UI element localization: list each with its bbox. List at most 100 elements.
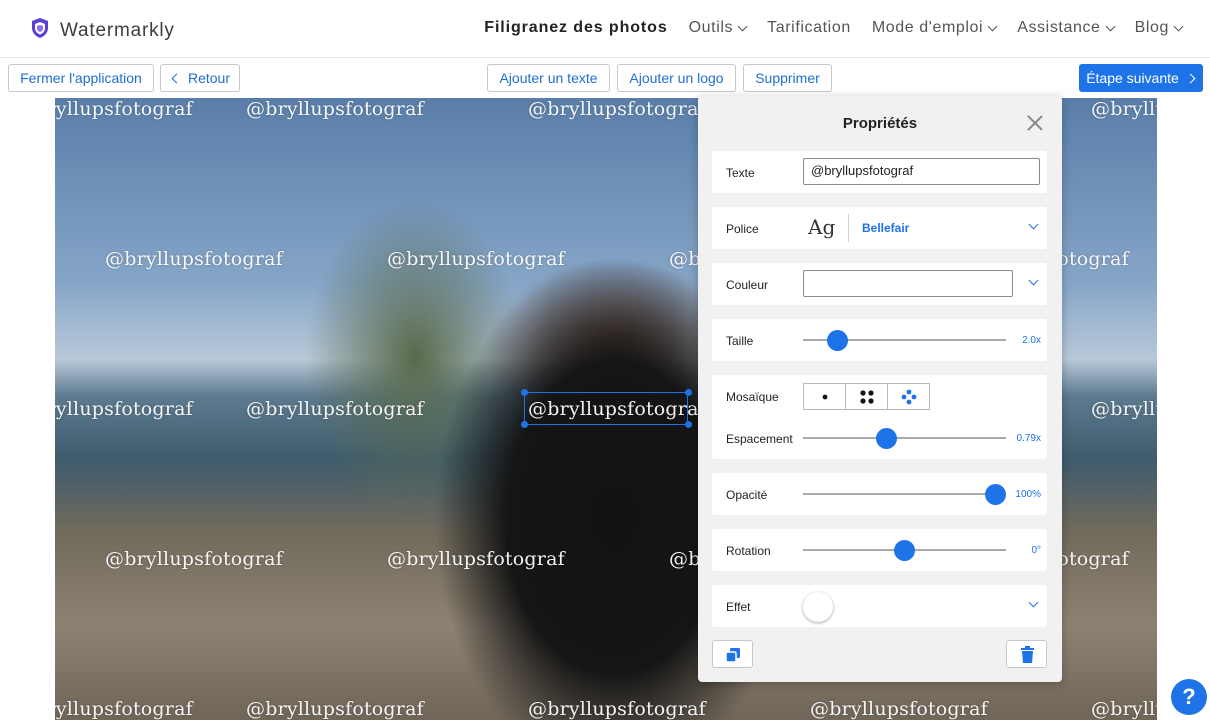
close-icon[interactable] <box>1026 114 1044 132</box>
resize-handle[interactable] <box>685 421 692 428</box>
mosaic-row: Mosaïque Espacement 0.79x <box>712 375 1047 459</box>
nav-label: Filigranez des photos <box>484 19 668 36</box>
watermark-text: @bryllupsfotograf <box>246 398 424 420</box>
watermark-text: @bryllupsfotograf <box>528 698 706 720</box>
nav-support[interactable]: Assistance <box>1017 19 1116 37</box>
watermark-text: @bryllupsfotograf <box>246 698 424 720</box>
watermark-text: @bryllupsfotograf <box>810 698 988 720</box>
color-label: Couleur <box>726 278 769 292</box>
close-app-button[interactable]: Fermer l'application <box>8 64 154 92</box>
nav-blog[interactable]: Blog <box>1134 19 1184 37</box>
next-step-button[interactable]: Étape suivante <box>1079 64 1203 92</box>
font-select[interactable]: Bellefair <box>862 221 909 235</box>
panel-title: Propriétés <box>842 115 918 132</box>
watermark-text: @bryllupsfotograf <box>528 98 706 120</box>
watermark-text: @bryllupsfotograf <box>1091 398 1157 420</box>
nav-label: Tarification <box>767 19 851 36</box>
effect-row: Effet <box>712 585 1047 627</box>
text-row: Texte @bryllupsfotograf <box>712 151 1047 193</box>
watermark-text: @bryllupsfotograf <box>105 548 283 570</box>
divider <box>848 214 849 242</box>
rotation-row: Rotation 0° <box>712 529 1047 571</box>
watermark-text: @bryllupsfotograf <box>55 398 193 420</box>
grid-dots-icon <box>860 390 874 404</box>
diagonal-dots-icon <box>901 389 917 405</box>
chevron-down-icon[interactable] <box>1028 275 1039 286</box>
add-text-button[interactable]: Ajouter un texte <box>487 64 610 92</box>
size-label: Taille <box>726 334 754 348</box>
duplicate-button[interactable] <box>712 640 753 668</box>
top-navigation: Watermarkly Filigranez des photos Outils… <box>0 0 1210 58</box>
resize-handle[interactable] <box>521 389 528 396</box>
rotation-value: 0° <box>1031 545 1041 556</box>
delete-button[interactable]: Supprimer <box>743 64 832 92</box>
rotation-slider-thumb[interactable] <box>894 540 915 561</box>
delete-layer-button[interactable] <box>1006 640 1047 668</box>
resize-handle[interactable] <box>685 389 692 396</box>
font-row: Police Ag Bellefair <box>712 207 1047 249</box>
trash-icon <box>1021 646 1034 663</box>
spacing-slider-track[interactable] <box>803 437 1006 439</box>
size-slider-thumb[interactable] <box>827 330 848 351</box>
color-row: Couleur <box>712 263 1047 305</box>
chevron-down-icon <box>987 21 998 31</box>
watermark-text: @bryllupsfotograf <box>55 98 193 120</box>
effect-toggle[interactable] <box>803 592 833 622</box>
watermark-text: @bryllupsfotograf <box>105 248 283 270</box>
watermark-text-input[interactable]: @bryllupsfotograf <box>803 158 1040 185</box>
nav-label: Blog <box>1134 19 1169 36</box>
chevron-down-icon <box>1105 21 1116 31</box>
chevron-down-icon[interactable] <box>1028 597 1039 608</box>
duplicate-icon <box>725 648 740 663</box>
mosaic-diagonal-button[interactable] <box>887 383 930 410</box>
resize-handle[interactable] <box>521 421 528 428</box>
watermark-text: @bryllupsfotograf <box>1091 698 1157 720</box>
mosaic-single-button[interactable] <box>803 383 846 410</box>
app-name: Watermarkly <box>60 19 175 41</box>
mosaic-grid-button[interactable] <box>845 383 888 410</box>
color-swatch[interactable] <box>803 270 1013 297</box>
watermark-text: @bryllupsfotograf <box>55 698 193 720</box>
font-preview: Ag <box>808 215 836 239</box>
opacity-slider-thumb[interactable] <box>985 484 1007 505</box>
nav-label: Outils <box>688 19 734 36</box>
watermark-text: @bryllupsfotograf <box>1091 98 1157 120</box>
back-button[interactable]: Retour <box>160 64 240 92</box>
back-label: Retour <box>187 70 231 86</box>
opacity-label: Opacité <box>726 488 768 502</box>
help-button[interactable]: ? <box>1171 679 1207 715</box>
size-row: Taille 2.0x <box>712 319 1047 361</box>
watermark-text: @bryllupsfotograf <box>387 548 565 570</box>
editor-toolbar: Fermer l'application Retour Ajouter un t… <box>0 58 1210 98</box>
main-nav: Filigranez des photos Outils Tarificatio… <box>484 19 1184 37</box>
opacity-row: Opacité 100% <box>712 473 1047 515</box>
watermark-text: @bryllupsfotograf <box>246 98 424 120</box>
add-logo-button[interactable]: Ajouter un logo <box>617 64 736 92</box>
chevron-down-icon <box>1173 21 1184 31</box>
single-dot-icon <box>822 394 828 400</box>
spacing-value: 0.79x <box>1016 433 1041 444</box>
size-value: 2.0x <box>1022 335 1041 346</box>
app-logo[interactable]: Watermarkly <box>30 17 175 44</box>
mosaic-options <box>803 383 930 410</box>
next-step-label: Étape suivante <box>1086 70 1179 86</box>
nav-label: Assistance <box>1017 19 1101 36</box>
nav-how-to[interactable]: Mode d'emploi <box>871 19 998 37</box>
effect-label: Effet <box>726 600 751 614</box>
watermark-selection-box[interactable] <box>524 392 688 425</box>
font-label: Police <box>726 222 759 236</box>
chevron-down-icon[interactable] <box>1028 219 1039 230</box>
nav-watermark-photos[interactable]: Filigranez des photos <box>484 19 667 37</box>
nav-pricing[interactable]: Tarification <box>767 19 851 37</box>
text-label: Texte <box>726 166 755 180</box>
nav-label: Mode d'emploi <box>871 19 984 36</box>
chevron-down-icon <box>737 21 748 31</box>
spacing-slider-thumb[interactable] <box>875 428 897 449</box>
spacing-label: Espacement <box>726 432 793 446</box>
nav-tools[interactable]: Outils <box>688 19 748 37</box>
rotation-label: Rotation <box>726 544 771 558</box>
shield-icon <box>30 17 50 44</box>
mosaic-label: Mosaïque <box>726 390 779 404</box>
opacity-slider-track[interactable] <box>803 493 1006 495</box>
chevron-left-icon <box>171 73 182 83</box>
